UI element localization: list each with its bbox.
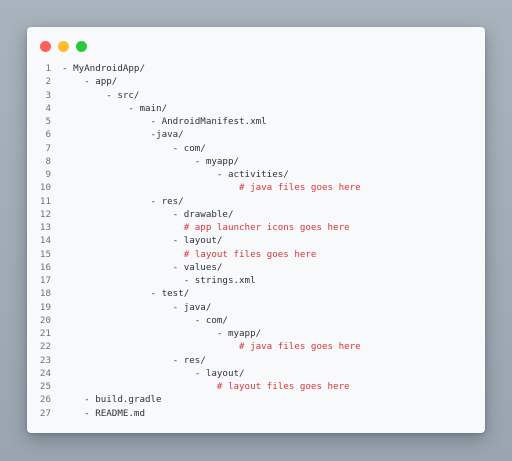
tree-entry: - strings.xml — [62, 275, 256, 286]
line-number: 14 — [39, 235, 51, 247]
code-line: 11 - res/ — [27, 195, 485, 208]
code-line: 13 # app launcher icons goes here — [27, 221, 485, 234]
tree-entry: - src/ — [62, 89, 140, 101]
code-line: 8 - myapp/ — [27, 155, 485, 168]
line-number: 21 — [39, 328, 51, 339]
line-number: 20 — [39, 314, 51, 326]
line-number: 4 — [45, 102, 51, 114]
tree-entry: - layout/ — [62, 235, 223, 247]
code-comment: # app launcher icons goes here — [62, 222, 350, 233]
line-number: 19 — [39, 301, 51, 313]
window-titlebar — [27, 27, 485, 63]
code-comment: # java files goes here — [62, 182, 361, 194]
tree-entry: -java/ — [62, 129, 184, 141]
line-number: 6 — [45, 129, 51, 141]
line-number: 3 — [45, 89, 51, 101]
code-comment: # layout files goes here — [62, 381, 350, 392]
tree-entry: - java/ — [62, 301, 212, 313]
code-line: 10 # java files goes here — [27, 181, 485, 194]
tree-entry: - values/ — [62, 261, 223, 273]
code-comment: # layout files goes here — [62, 248, 317, 260]
line-number: 9 — [45, 169, 51, 180]
line-number: 2 — [45, 76, 51, 88]
line-number: 18 — [39, 288, 51, 300]
minimize-window-button[interactable] — [58, 41, 69, 52]
tree-entry: - MyAndroidApp/ — [62, 63, 145, 74]
line-number: 26 — [39, 394, 51, 406]
line-number: 5 — [45, 116, 51, 127]
code-line: 24 - layout/ — [27, 367, 485, 380]
tree-entry: - app/ — [62, 76, 118, 88]
tree-entry: - activities/ — [62, 169, 289, 180]
line-number: 25 — [39, 381, 51, 392]
tree-entry: - main/ — [62, 102, 168, 114]
tree-entry: - res/ — [62, 195, 184, 207]
tree-entry: - README.md — [62, 407, 145, 419]
line-number: 1 — [45, 63, 51, 74]
line-number: 13 — [39, 222, 51, 233]
code-line: 16 - values/ — [27, 261, 485, 274]
code-line: 27 - README.md — [27, 407, 485, 420]
zoom-window-button[interactable] — [76, 41, 87, 52]
tree-entry: - drawable/ — [62, 208, 234, 220]
code-line: 3 - src/ — [27, 89, 485, 102]
tree-entry: - build.gradle — [62, 394, 162, 406]
code-line: 17 - strings.xml — [27, 274, 485, 287]
close-window-button[interactable] — [40, 41, 51, 52]
tree-entry: - com/ — [62, 314, 228, 326]
line-number: 15 — [39, 248, 51, 260]
line-number: 22 — [39, 341, 51, 353]
line-number: 12 — [39, 208, 51, 220]
code-line: 6 -java/ — [27, 128, 485, 141]
code-line: 7 - com/ — [27, 142, 485, 155]
line-number: 10 — [39, 182, 51, 194]
line-number: 24 — [39, 367, 51, 379]
code-window: 1 - MyAndroidApp/2 - app/3 - src/4 - main… — [27, 27, 485, 433]
code-line: 22 # java files goes here — [27, 340, 485, 353]
line-number: 8 — [45, 155, 51, 167]
code-line: 12 - drawable/ — [27, 208, 485, 221]
code-line: 9 - activities/ — [27, 168, 485, 181]
line-number: 27 — [39, 407, 51, 419]
code-comment: # java files goes here — [62, 341, 361, 353]
tree-entry: - com/ — [62, 142, 206, 154]
code-line: 21 - myapp/ — [27, 327, 485, 340]
line-number: 23 — [39, 354, 51, 366]
line-number: 11 — [39, 195, 51, 207]
code-line: 19 - java/ — [27, 301, 485, 314]
tree-entry: - myapp/ — [62, 155, 240, 167]
code-line: 14 - layout/ — [27, 234, 485, 247]
tree-entry: - layout/ — [62, 367, 245, 379]
code-line: 5 - AndroidManifest.xml — [27, 115, 485, 128]
code-line: 4 - main/ — [27, 102, 485, 115]
code-block: 1 - MyAndroidApp/2 - app/3 - src/4 - main… — [27, 62, 485, 420]
code-line: 26 - build.gradle — [27, 393, 485, 406]
code-line: 1 - MyAndroidApp/ — [27, 62, 485, 75]
tree-entry: - res/ — [62, 354, 206, 366]
code-line: 20 - com/ — [27, 314, 485, 327]
code-line: 25 # layout files goes here — [27, 380, 485, 393]
code-line: 23 - res/ — [27, 354, 485, 367]
tree-entry: - AndroidManifest.xml — [62, 116, 267, 127]
code-line: 2 - app/ — [27, 75, 485, 88]
line-number: 16 — [39, 261, 51, 273]
line-number: 7 — [45, 142, 51, 154]
line-number: 17 — [39, 275, 51, 286]
tree-entry: - myapp/ — [62, 328, 262, 339]
code-line: 15 # layout files goes here — [27, 248, 485, 261]
tree-entry: - test/ — [62, 288, 190, 300]
code-line: 18 - test/ — [27, 287, 485, 300]
